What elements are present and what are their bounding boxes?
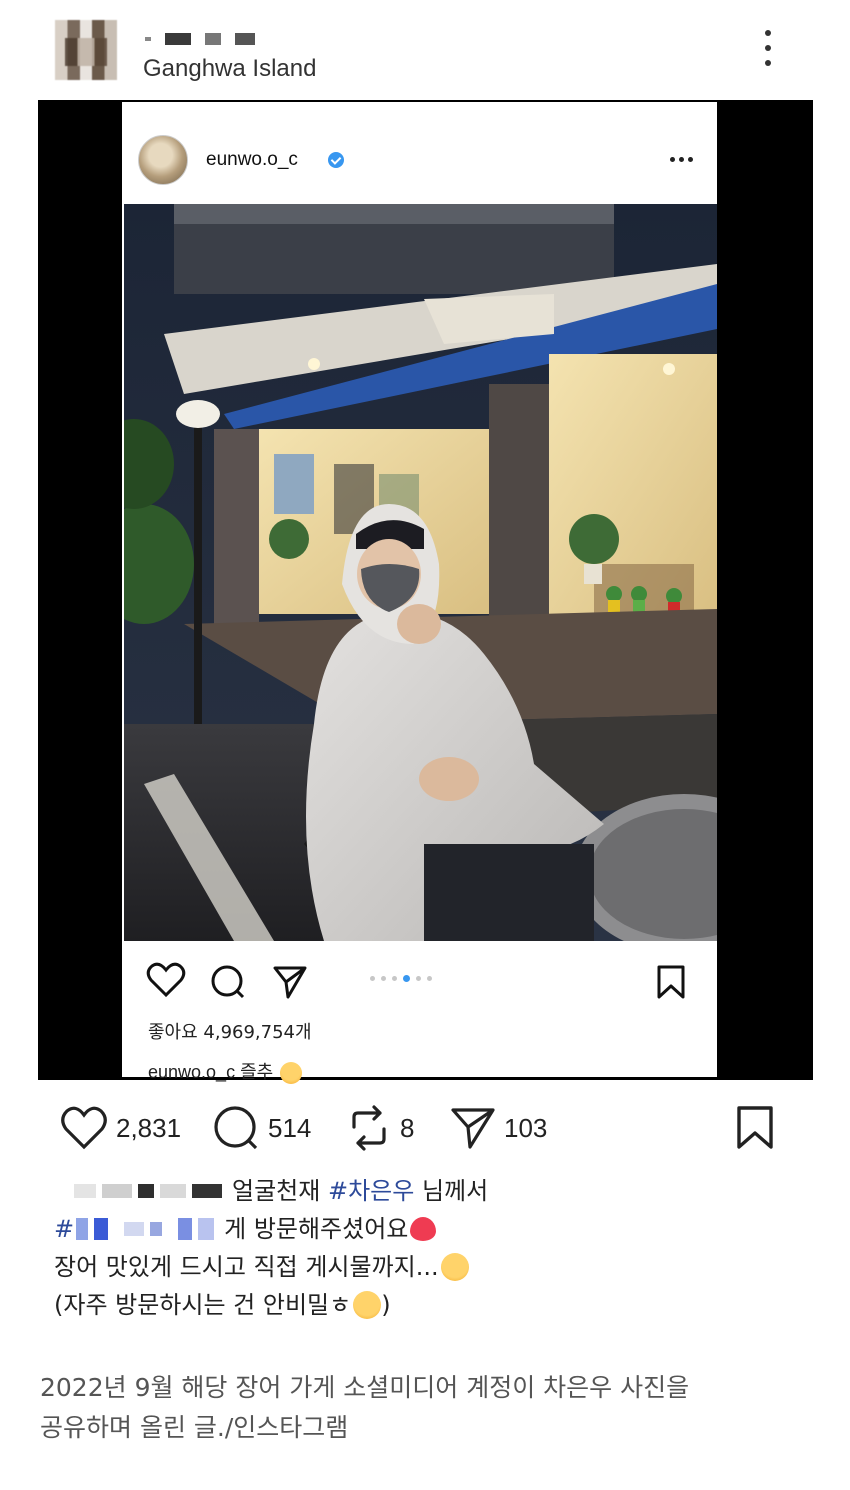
caption-text: 즐추 <box>240 1062 274 1082</box>
more-vertical-icon[interactable] <box>758 30 778 66</box>
repost-icon <box>352 1105 386 1151</box>
avatar[interactable] <box>55 20 117 80</box>
like-button[interactable]: 2,831 <box>60 1098 181 1158</box>
repost-button[interactable]: 8 <box>346 1098 414 1158</box>
photo-credit-caption: 2022년 9월 해당 장어 가게 소셜미디어 계정이 차은우 사진을 공유하며… <box>40 1368 820 1448</box>
comment-button[interactable]: 514 <box>212 1098 311 1158</box>
embedded-bookmark-icon[interactable] <box>656 964 686 1000</box>
comment-count: 514 <box>268 1112 312 1143</box>
embedded-share-icon[interactable] <box>272 964 308 1000</box>
caption-line-1-end: 님께서 <box>421 1177 489 1205</box>
more-horizontal-icon[interactable] <box>670 157 693 162</box>
send-icon <box>451 1108 495 1149</box>
post-photo[interactable] <box>124 204 717 941</box>
caption-line-1: 얼굴천재 #차은우 님께서 <box>54 1172 488 1210</box>
post-caption: 얼굴천재 #차은우 님께서 # 게 방문해주셨어요 장어 맛있게 드시고 직접 … <box>54 1172 488 1324</box>
verified-badge-icon <box>328 152 344 168</box>
hashtag-blurred[interactable]: # <box>54 1210 74 1248</box>
caption-line-4-close: ) <box>381 1291 391 1319</box>
footnote-line-1: 2022년 9월 해당 장어 가게 소셜미디어 계정이 차은우 사진을 <box>40 1373 690 1402</box>
caption-line-3: 장어 맛있게 드시고 직접 게시물까지... <box>54 1248 488 1286</box>
smiling-face-with-hearts-icon <box>280 1062 303 1085</box>
caption-line-3-text: 장어 맛있게 드시고 직접 게시물까지... <box>54 1253 439 1281</box>
like-count: 2,831 <box>116 1112 182 1143</box>
embedded-avatar[interactable] <box>138 135 188 185</box>
comment-icon <box>214 1106 258 1150</box>
embedded-caption: eunwo.o_c 즐추 <box>148 1058 303 1085</box>
hashtag-chaeunwoo[interactable]: #차은우 <box>328 1172 414 1210</box>
bookmark-button[interactable] <box>735 1098 775 1158</box>
embedded-username[interactable]: eunwo.o_c <box>206 149 298 171</box>
pleading-face-icon <box>440 1253 469 1281</box>
caption-line-4-text: (자주 방문하시는 건 안비밀ㅎ <box>54 1291 352 1319</box>
embedded-heart-icon[interactable] <box>146 962 186 998</box>
embedded-comment-icon[interactable] <box>210 964 246 1000</box>
caption-username[interactable]: eunwo.o_c <box>148 1062 235 1082</box>
caption-line-4: (자주 방문하시는 건 안비밀ㅎ ) <box>54 1286 488 1324</box>
share-button[interactable]: 103 <box>450 1098 547 1158</box>
post-action-bar: 2,831 514 8 103 <box>0 1098 850 1158</box>
red-heart-icon <box>410 1217 437 1241</box>
share-count: 103 <box>504 1112 548 1143</box>
bookmark-icon <box>737 1106 773 1149</box>
embedded-likes-count[interactable]: 좋아요 4,969,754개 <box>148 1018 312 1044</box>
location-label[interactable]: Ganghwa Island <box>143 55 316 83</box>
caption-line-1-text: 얼굴천재 <box>232 1177 321 1205</box>
carousel-indicator <box>370 975 432 982</box>
post-header: Ganghwa Island <box>0 0 850 100</box>
repost-count: 8 <box>400 1112 415 1143</box>
caption-line-2: # 게 방문해주셨어요 <box>54 1210 488 1248</box>
heart-icon <box>61 1106 107 1150</box>
embedded-post-card: eunwo.o_c 좋아요 4,969,754개 eunwo.o_c 즐추 <box>122 102 717 1085</box>
hushed-face-icon <box>353 1291 382 1319</box>
caption-line-2-text: 게 방문해주셨어요 <box>224 1215 409 1243</box>
footnote-line-2: 공유하며 올린 글./인스타그램 <box>40 1413 349 1442</box>
username-blurred[interactable] <box>145 32 255 46</box>
